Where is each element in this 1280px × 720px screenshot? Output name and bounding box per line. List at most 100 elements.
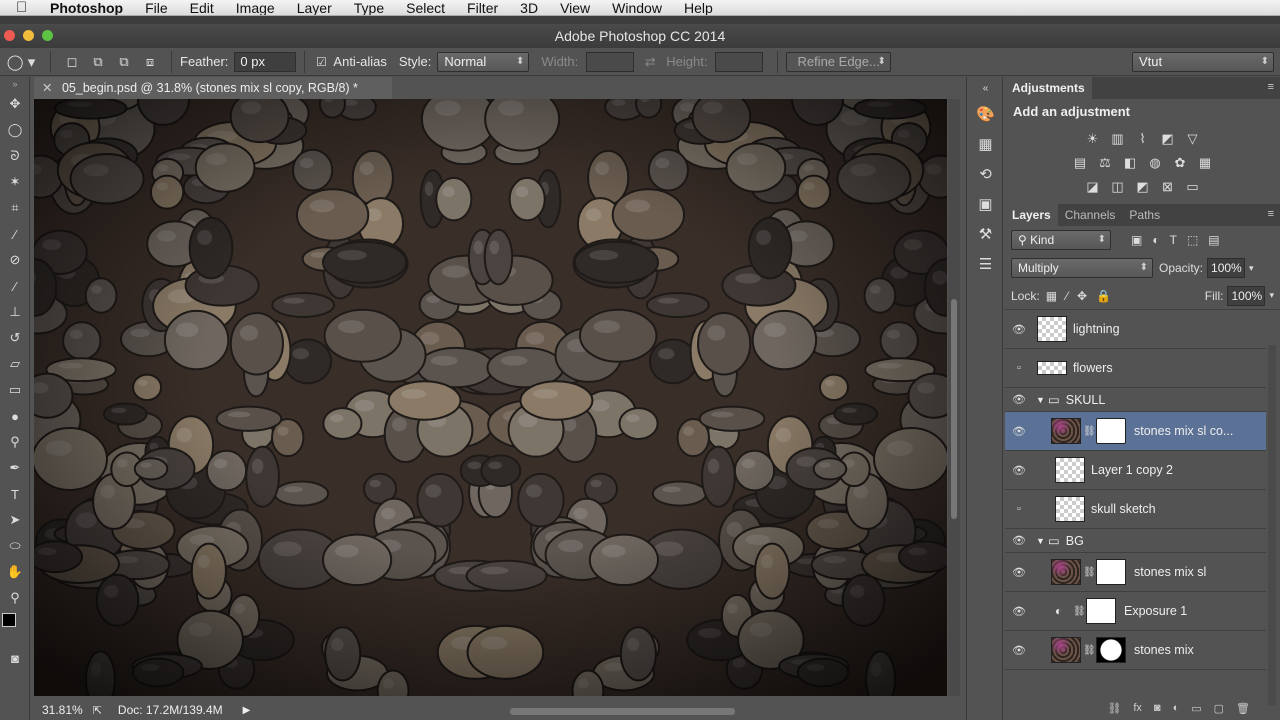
filter-kind-select[interactable]: ⚲ Kind bbox=[1011, 230, 1111, 250]
style-select[interactable]: Normal bbox=[437, 51, 530, 72]
opacity-input[interactable]: 100% bbox=[1207, 258, 1246, 278]
chain-link-icon[interactable]: ⛓ bbox=[1083, 645, 1096, 656]
visibility-eye-icon[interactable]: 👁 bbox=[1005, 393, 1033, 406]
add-mask-icon[interactable]: ◙ bbox=[1154, 702, 1161, 720]
elliptical-marquee-preset-icon[interactable]: ◯ ▾ bbox=[0, 53, 42, 71]
new-group-icon[interactable]: ▭ bbox=[1191, 702, 1201, 720]
subtract-selection-icon[interactable]: ⧉ bbox=[111, 54, 137, 70]
healing-brush-tool-icon[interactable]: ⊘ bbox=[0, 247, 30, 273]
close-window-button[interactable] bbox=[4, 30, 15, 41]
adjustments-menu-icon[interactable]: ≡ bbox=[1268, 81, 1274, 93]
crop-tool-icon[interactable]: ⌗ bbox=[0, 195, 30, 221]
visibility-eye-icon[interactable]: 👁 bbox=[1005, 534, 1033, 547]
color-balance-icon[interactable]: ⚖ bbox=[1096, 154, 1114, 172]
curves-icon[interactable]: ⌇ bbox=[1134, 130, 1152, 148]
layers-scrollbar[interactable] bbox=[1268, 345, 1276, 705]
lock-image-icon[interactable]: ⁄ bbox=[1066, 289, 1068, 303]
adjustments-dock-icon[interactable]: ☰ bbox=[967, 249, 1004, 279]
exposure-icon[interactable]: ◩ bbox=[1159, 130, 1177, 148]
close-document-icon[interactable]: ✕ bbox=[42, 81, 52, 95]
elliptical-marquee-tool-icon[interactable]: ◯ bbox=[0, 117, 30, 143]
vibrance-icon[interactable]: ▽ bbox=[1184, 130, 1202, 148]
filter-adjustment-icon[interactable]: ◐ bbox=[1152, 233, 1159, 247]
color-panel-icon[interactable]: 🎨 bbox=[967, 99, 1004, 129]
tool-presets-icon[interactable]: ⚒ bbox=[967, 219, 1004, 249]
menu-file[interactable]: File bbox=[145, 0, 168, 15]
width-input[interactable] bbox=[586, 51, 635, 72]
menu-type[interactable]: Type bbox=[354, 0, 384, 15]
layer-mask-thumbnail[interactable] bbox=[1096, 637, 1126, 663]
new-selection-icon[interactable]: ◻ bbox=[59, 54, 85, 70]
chain-link-icon[interactable]: ⛓ bbox=[1083, 426, 1096, 437]
new-adjustment-layer-icon[interactable]: ◐ bbox=[1173, 702, 1180, 720]
layer-flowers[interactable]: ▫ flowers bbox=[1005, 349, 1266, 388]
chain-link-icon[interactable]: ⛓ bbox=[1083, 567, 1096, 578]
add-selection-icon[interactable]: ⧉ bbox=[85, 54, 111, 70]
color-swatches[interactable] bbox=[0, 611, 30, 645]
vertical-scrollbar[interactable] bbox=[948, 99, 960, 696]
brush-tool-icon[interactable]: ⁄ bbox=[0, 273, 30, 299]
eyedropper-tool-icon[interactable]: ⁄ bbox=[0, 221, 30, 247]
menu-window[interactable]: Window bbox=[612, 0, 662, 15]
lock-all-icon[interactable]: 🔒 bbox=[1096, 289, 1111, 303]
history-panel-icon[interactable]: ⟲ bbox=[967, 159, 1004, 189]
swap-dimensions-icon[interactable]: ⇄ bbox=[634, 54, 666, 70]
visibility-eye-icon[interactable]: 👁 bbox=[1005, 566, 1033, 579]
feather-input[interactable]: 0 px bbox=[234, 51, 297, 72]
levels-icon[interactable]: ▥ bbox=[1109, 130, 1127, 148]
lock-position-icon[interactable]: ✥ bbox=[1077, 289, 1087, 303]
gradient-tool-icon[interactable]: ▭ bbox=[0, 377, 30, 403]
magic-wand-tool-icon[interactable]: ✶ bbox=[0, 169, 30, 195]
visibility-eye-icon[interactable]: 👁 bbox=[1005, 425, 1033, 438]
menu-filter[interactable]: Filter bbox=[467, 0, 498, 15]
visibility-eye-icon[interactable]: 👁 bbox=[1005, 605, 1033, 618]
channel-mixer-icon[interactable]: ✿ bbox=[1171, 154, 1189, 172]
menu-image[interactable]: Image bbox=[236, 0, 275, 15]
menu-select[interactable]: Select bbox=[406, 0, 445, 15]
group-expand-icon[interactable]: ▼ bbox=[1036, 395, 1045, 405]
visibility-eye-icon[interactable]: 👁 bbox=[1005, 323, 1033, 336]
brightness-contrast-icon[interactable]: ☀ bbox=[1084, 130, 1102, 148]
group-expand-icon[interactable]: ▼ bbox=[1036, 536, 1045, 546]
delete-layer-icon[interactable]: 🗑 bbox=[1236, 702, 1250, 720]
document-canvas-area[interactable] bbox=[34, 99, 947, 696]
opacity-dropdown-icon[interactable]: ▾ bbox=[1249, 263, 1254, 274]
link-layers-icon[interactable]: ⛓ bbox=[1107, 702, 1121, 720]
export-icon[interactable]: ⇱ bbox=[93, 704, 102, 717]
history-brush-tool-icon[interactable]: ↺ bbox=[0, 325, 30, 351]
gradient-map-icon[interactable]: ▭ bbox=[1184, 178, 1202, 196]
lock-transparent-icon[interactable]: ▦ bbox=[1046, 289, 1057, 303]
layer-mask-thumbnail[interactable] bbox=[1086, 598, 1116, 624]
black-white-icon[interactable]: ◧ bbox=[1121, 154, 1139, 172]
horizontal-scroll-thumb[interactable] bbox=[510, 708, 735, 715]
apple-icon[interactable]:  bbox=[16, 0, 36, 15]
clone-stamp-tool-icon[interactable]: ⊥ bbox=[0, 299, 30, 325]
lasso-tool-icon[interactable]: ᘐ bbox=[0, 143, 30, 169]
menu-edit[interactable]: Edit bbox=[190, 0, 214, 15]
menu-layer[interactable]: Layer bbox=[297, 0, 332, 15]
menu-view[interactable]: View bbox=[560, 0, 590, 15]
refine-edge-button[interactable]: Refine Edge... bbox=[786, 51, 891, 72]
threshold-icon[interactable]: ◩ bbox=[1134, 178, 1152, 196]
fill-input[interactable]: 100% bbox=[1227, 285, 1266, 306]
minimize-window-button[interactable] bbox=[23, 30, 34, 41]
layer-exposure-1[interactable]: 👁 ◐ ⛓ Exposure 1 bbox=[1005, 592, 1266, 631]
visibility-toggle-empty[interactable]: ▫ bbox=[1005, 503, 1033, 515]
visibility-toggle-empty[interactable]: ▫ bbox=[1005, 362, 1033, 374]
foreground-color-swatch[interactable] bbox=[2, 613, 16, 627]
zoom-tool-icon[interactable]: ⚲ bbox=[0, 585, 30, 611]
type-tool-icon[interactable]: T bbox=[0, 481, 30, 507]
layer-stones-mix-sl[interactable]: 👁 ⛓ stones mix sl bbox=[1005, 553, 1266, 592]
properties-panel-icon[interactable]: ▣ bbox=[967, 189, 1004, 219]
height-input[interactable] bbox=[715, 51, 764, 72]
blur-tool-icon[interactable]: ● bbox=[0, 403, 30, 429]
menu-3d[interactable]: 3D bbox=[520, 0, 538, 15]
canvas-image[interactable] bbox=[34, 99, 947, 696]
quick-mask-icon[interactable]: ◙ bbox=[0, 645, 30, 671]
filter-pixel-icon[interactable]: ▣ bbox=[1131, 233, 1142, 247]
tab-channels[interactable]: Channels bbox=[1058, 204, 1123, 226]
antialias-label[interactable]: Anti-alias bbox=[333, 52, 386, 72]
visibility-eye-icon[interactable]: 👁 bbox=[1005, 464, 1033, 477]
layer-stones-mix-sl-copy[interactable]: 👁 ⛓ stones mix sl co... bbox=[1005, 412, 1266, 451]
menu-app[interactable]: Photoshop bbox=[50, 0, 123, 15]
